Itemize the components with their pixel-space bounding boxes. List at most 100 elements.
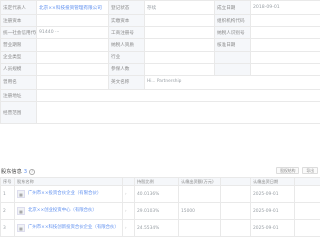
info-value — [36, 74, 109, 90]
info-label: 法定代表人 — [0, 0, 37, 15]
info-value: 91440 ··· — [36, 26, 109, 40]
spacer-cell — [220, 219, 251, 237]
info-label: 企业类型 — [0, 50, 37, 64]
col-header: 序号 — [0, 177, 15, 186]
info-label: 注册地址 — [0, 88, 37, 103]
ratio-cell: 24.5534% — [134, 219, 179, 237]
info-value — [144, 62, 215, 76]
info-value — [36, 50, 109, 64]
info-label: 核准日期 — [214, 38, 251, 52]
info-row: 注册地址 — [0, 88, 320, 103]
col-header — [220, 177, 251, 186]
table-row: 2 ▦ 北京××创业投资中心（有限合伙） › 29.0103% 15000 20… — [0, 202, 320, 220]
info-label: 组织机构代码 — [214, 13, 251, 28]
info-row: 曾用名 英文名称 Hi... Partnership — [0, 74, 320, 90]
ratio-cell: 29.0103% — [134, 202, 179, 220]
info-value — [36, 38, 109, 52]
info-value — [144, 50, 215, 64]
info-label: 纳税人资质 — [108, 38, 145, 52]
info-value: 2018-09-01 — [250, 0, 320, 15]
info-row: 企业类型 行业 — [0, 50, 320, 64]
date-cell: 2025-09-01 — [250, 202, 295, 220]
info-label: 注册资本 — [0, 13, 37, 28]
row-index: 1 — [0, 185, 15, 203]
info-label: 人员规模 — [0, 62, 37, 76]
shareholder-cell: ▦ 广州市××投资合伙企业（有限合伙） — [14, 185, 123, 203]
info-value — [36, 101, 320, 125]
table-row: 3 ▦ 广州市××科技创新投资合伙企业（有限合伙） › 24.5534% 202… — [0, 219, 320, 237]
info-label: 实缴资本 — [108, 13, 145, 28]
export-button[interactable]: 导出 — [302, 167, 318, 174]
info-row: 统一社会信用代码 91440 ··· 工商注册号 纳税人识别号 — [0, 26, 320, 40]
amount-cell: 15000 — [178, 202, 221, 220]
info-value: 存续 — [144, 0, 215, 15]
expand-cell[interactable]: › — [122, 202, 135, 220]
info-label: 经营范围 — [0, 101, 37, 125]
info-label: 英文名称 — [108, 74, 145, 90]
shareholders-table: 序号 股东名称 持股比例 认缴出资额(万元) 认缴出资日期 1 ▦ 广州市××投… — [0, 177, 320, 237]
info-value: Hi... Partnership — [144, 74, 320, 90]
info-label: 行业 — [108, 50, 145, 64]
company-logo-icon: ▦ — [17, 207, 25, 215]
date-cell: 2025-09-01 — [250, 185, 295, 203]
spacer-cell — [220, 202, 251, 220]
info-icon[interactable]: ? — [29, 168, 36, 175]
spacer-cell — [294, 185, 320, 203]
company-info-table: 法定代表人 北京××科技投资管理有限公司 登记状态 存续 成立日期 2018-0… — [0, 0, 320, 125]
shareholders-section-title: 股东信息 3 ? — [1, 168, 36, 175]
info-value — [36, 13, 109, 28]
info-label: 参保人数 — [108, 62, 145, 76]
table-row: 1 ▦ 广州市××投资合伙企业（有限合伙） › 40.0136% 2025-09… — [0, 185, 320, 203]
col-header[interactable]: 认缴出资日期 — [250, 177, 295, 186]
equity-structure-button[interactable]: 股权结构 — [276, 167, 300, 174]
info-row: 注册资本 实缴资本 组织机构代码 — [0, 13, 320, 28]
row-index: 2 — [0, 202, 15, 220]
info-label: 成立日期 — [214, 0, 251, 15]
info-label: 工商注册号 — [108, 26, 145, 40]
info-label — [214, 62, 251, 76]
col-header — [294, 177, 320, 186]
shareholder-name[interactable]: 广州市××投资合伙企业（有限合伙） — [28, 191, 101, 197]
info-label: 登记状态 — [108, 0, 145, 15]
col-header — [122, 177, 135, 186]
info-label: 营业期限 — [0, 38, 37, 52]
expand-cell[interactable]: › — [122, 219, 135, 237]
info-value — [36, 88, 320, 103]
amount-cell — [178, 185, 221, 203]
info-value — [250, 50, 320, 64]
shareholder-cell: ▦ 广州市××科技创新投资合伙企业（有限合伙） — [14, 219, 123, 237]
amount-cell — [178, 219, 221, 237]
info-label: 曾用名 — [0, 74, 37, 90]
shareholder-name[interactable]: 北京××创业投资中心（有限合伙） — [28, 208, 97, 214]
col-header[interactable]: 持股比例 — [134, 177, 179, 186]
spacer-cell — [294, 219, 320, 237]
col-header[interactable]: 认缴出资额(万元) — [178, 177, 221, 186]
info-value — [144, 26, 215, 40]
spacer-cell — [220, 185, 251, 203]
info-value — [36, 62, 109, 76]
section-title-text: 股东信息 — [1, 169, 22, 175]
info-label: 纳税人识别号 — [214, 26, 251, 40]
chevron-right-icon: › — [125, 208, 127, 213]
info-label: 统一社会信用代码 — [0, 26, 37, 40]
chevron-right-icon: › — [125, 225, 127, 230]
info-row: 人员规模 参保人数 — [0, 62, 320, 76]
info-value — [144, 38, 215, 52]
table-header-row: 序号 股东名称 持股比例 认缴出资额(万元) 认缴出资日期 — [0, 177, 320, 186]
info-value — [250, 26, 320, 40]
section-tools: 股权结构 导出 — [276, 167, 318, 174]
info-value[interactable]: 北京××科技投资管理有限公司 — [36, 0, 109, 15]
row-index: 3 — [0, 219, 15, 237]
info-value — [250, 62, 320, 76]
ratio-cell: 40.0136% — [134, 185, 179, 203]
info-row: 营业期限 纳税人资质 核准日期 — [0, 38, 320, 52]
spacer-cell — [294, 202, 320, 220]
expand-cell[interactable]: › — [122, 185, 135, 203]
info-label — [214, 50, 251, 64]
company-logo-icon: ▦ — [17, 190, 25, 198]
shareholder-name[interactable]: 广州市××科技创新投资合伙企业（有限合伙） — [28, 225, 119, 231]
shareholder-count: 3 — [23, 168, 28, 175]
shareholder-cell: ▦ 北京××创业投资中心（有限合伙） — [14, 202, 123, 220]
info-row: 经营范围 — [0, 101, 320, 125]
chevron-right-icon: › — [125, 191, 127, 196]
